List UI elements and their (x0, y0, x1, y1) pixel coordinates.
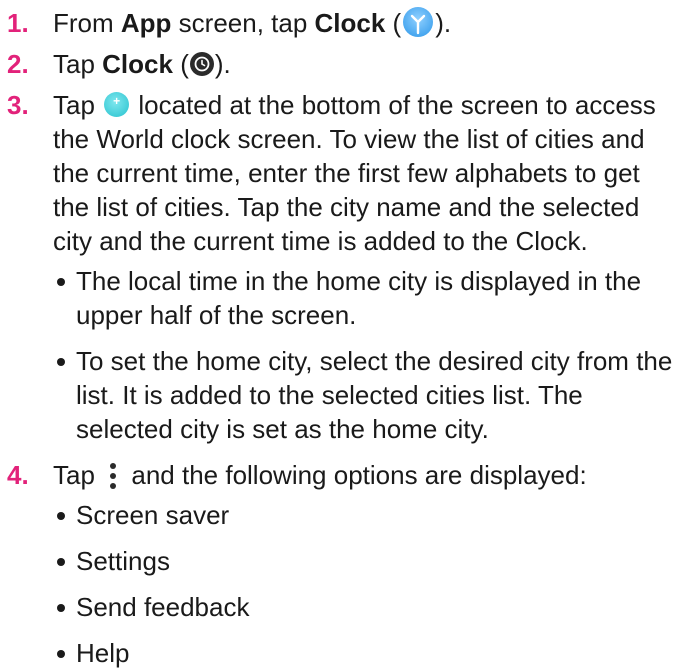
clock-tab-icon (189, 52, 214, 76)
step-text: screen, tap (171, 8, 315, 38)
options-list: Screen saver Settings Send feedback Help (53, 498, 682, 670)
step-text: ( (172, 49, 189, 79)
add-city-plus-icon (104, 84, 130, 118)
step-text: located at the bottom of the screen to a… (53, 90, 656, 256)
step-text: ). (435, 8, 452, 38)
list-item: Send feedback (53, 590, 682, 624)
list-item: Help (53, 636, 682, 670)
step-text: ( (385, 8, 402, 38)
step-3: 3. Tap located at the bottom of the scre… (0, 84, 682, 446)
step-text: Tap (53, 460, 103, 490)
list-item: The local time in the home city is displ… (53, 264, 682, 332)
clock-term: Clock (102, 49, 173, 79)
instructions-document: 1. From App screen, tap Clock (). 2. Tap… (0, 0, 682, 668)
step-text: Tap (53, 49, 103, 79)
clock-term: Clock (314, 8, 386, 38)
clock-app-icon (403, 7, 434, 37)
more-options-icon (106, 462, 120, 490)
step-text: and the following options are displayed: (124, 460, 587, 490)
step-number: 1. (7, 8, 29, 38)
step-1: 1. From App screen, tap Clock (). (0, 6, 682, 40)
list-item: Screen saver (53, 498, 682, 532)
step-number: 3. (7, 90, 29, 120)
step-number: 2. (7, 49, 29, 79)
step-text: From (53, 8, 121, 38)
step-3-bullets: The local time in the home city is displ… (53, 264, 682, 446)
step-2: 2. Tap Clock (). (0, 47, 682, 81)
step-4: 4. Tap and the following options are dis… (0, 458, 682, 670)
step-text: Tap (53, 90, 103, 120)
list-item: To set the home city, select the desired… (53, 344, 682, 446)
app-term: App (120, 8, 172, 38)
step-text: ). (214, 49, 231, 79)
list-item: Settings (53, 544, 682, 578)
step-number: 4. (7, 460, 29, 490)
